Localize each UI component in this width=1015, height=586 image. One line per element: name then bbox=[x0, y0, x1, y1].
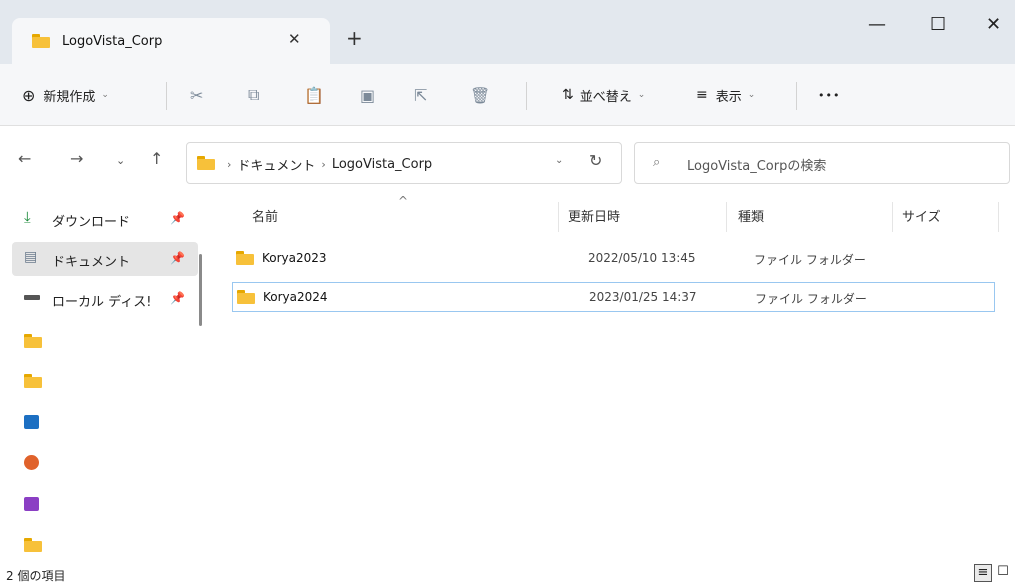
back-arrow-icon[interactable]: ← bbox=[18, 151, 31, 167]
folder-icon bbox=[197, 156, 215, 170]
breadcrumb-separator-icon: › bbox=[227, 158, 232, 171]
sort-arrows-icon: ⇅ bbox=[562, 87, 574, 103]
new-label: 新規作成 bbox=[43, 89, 96, 105]
recent-locations-icon[interactable]: ⌄ bbox=[116, 153, 125, 169]
sidebar-item-folder[interactable] bbox=[12, 530, 198, 564]
sidebar-item-documents[interactable]: ▤ ドキュメント 📌 bbox=[12, 242, 198, 276]
pin-icon[interactable]: 📌 bbox=[170, 251, 185, 265]
chevron-down-icon: ⌄ bbox=[101, 90, 109, 100]
column-header-type[interactable]: 種類 bbox=[738, 206, 764, 225]
column-divider[interactable] bbox=[726, 202, 727, 232]
address-bar[interactable]: › ドキュメント › LogoVista_Corp ⌄ ↻ bbox=[186, 142, 622, 184]
breadcrumb-logovista-corp[interactable]: LogoVista_Corp bbox=[332, 157, 432, 172]
list-lines-icon: ≡ bbox=[696, 87, 708, 103]
tab-title: LogoVista_Corp bbox=[62, 33, 163, 49]
plus-circle-icon: ⊕ bbox=[22, 85, 36, 105]
navigation-pane: ⤓ ダウンロード 📌 ▤ ドキュメント 📌 ローカル ディス! 📌 bbox=[0, 196, 210, 562]
sidebar-item-folder[interactable] bbox=[12, 324, 198, 358]
sidebar-item-downloads[interactable]: ⤓ ダウンロード 📌 bbox=[12, 202, 198, 236]
delete-button[interactable]: 🗑 bbox=[470, 64, 490, 126]
table-row[interactable]: Korya2023 2022/05/10 13:45 ファイル フォルダー bbox=[232, 244, 995, 274]
copy-icon: ⧉ bbox=[248, 85, 260, 104]
folder-icon bbox=[24, 374, 42, 388]
new-button[interactable]: ⊕ 新規作成 ⌄ bbox=[22, 64, 109, 126]
videos-icon bbox=[24, 497, 39, 511]
chevron-down-icon: ⌄ bbox=[637, 90, 646, 100]
chevron-down-icon: ⌄ bbox=[747, 90, 756, 100]
toolbar-divider bbox=[166, 82, 167, 110]
pin-icon[interactable]: 📌 bbox=[170, 211, 185, 225]
rename-button[interactable]: ▣ bbox=[360, 64, 375, 126]
folder-icon bbox=[24, 538, 42, 552]
folder-icon bbox=[24, 334, 42, 348]
details-view-icon[interactable]: ≡ bbox=[974, 564, 992, 582]
refresh-icon[interactable]: ↻ bbox=[589, 151, 602, 170]
column-divider[interactable] bbox=[558, 202, 559, 232]
pin-icon[interactable]: 📌 bbox=[170, 291, 185, 305]
sort-button[interactable]: ⇅ 並べ替え ⌄ bbox=[562, 64, 645, 126]
sidebar-item-local-disk[interactable]: ローカル ディス! 📌 bbox=[12, 282, 198, 316]
share-icon: ⇱ bbox=[414, 85, 428, 105]
breadcrumb: › ドキュメント › LogoVista_Corp bbox=[221, 155, 432, 174]
toolbar-divider bbox=[796, 82, 797, 110]
search-placeholder: LogoVista_Corpの検索 bbox=[687, 159, 827, 174]
copy-button[interactable]: ⧉ bbox=[248, 64, 259, 126]
pictures-icon bbox=[24, 415, 39, 429]
minimize-button[interactable]: — bbox=[868, 16, 886, 34]
sidebar-item-music[interactable] bbox=[12, 446, 198, 480]
drive-icon bbox=[24, 295, 40, 300]
search-icon: ⌕ bbox=[653, 155, 661, 170]
cut-icon: ✂ bbox=[190, 85, 204, 105]
music-icon bbox=[24, 455, 39, 470]
breadcrumb-documents[interactable]: ドキュメント bbox=[237, 155, 315, 174]
sidebar-item-folder[interactable] bbox=[12, 364, 198, 398]
share-button[interactable]: ⇱ bbox=[414, 64, 427, 126]
maximize-button[interactable]: ☐ bbox=[930, 16, 946, 34]
close-window-button[interactable]: ✕ bbox=[986, 16, 1001, 34]
trash-icon: 🗑 bbox=[470, 85, 491, 105]
title-bar: LogoVista_Corp ✕ + — ☐ ✕ bbox=[0, 0, 1015, 64]
paste-icon: 📋 bbox=[304, 85, 324, 105]
status-bar: 2 個の項目 ≡ ☐ bbox=[0, 562, 1015, 586]
rename-icon: ▣ bbox=[360, 85, 376, 105]
table-row[interactable]: Korya2024 2023/01/25 14:37 ファイル フォルダー bbox=[232, 282, 995, 312]
forward-arrow-icon[interactable]: → bbox=[70, 151, 83, 167]
download-icon: ⤓ bbox=[24, 208, 31, 226]
file-list: 名前 ^ 更新日時 種類 サイズ Korya2023 2022/05/10 13… bbox=[212, 194, 1015, 562]
sort-label: 並べ替え bbox=[579, 89, 632, 105]
sidebar-item-pictures[interactable] bbox=[12, 406, 198, 440]
view-label: 表示 bbox=[715, 89, 742, 105]
folder-icon bbox=[236, 251, 254, 265]
sidebar-scrollbar[interactable] bbox=[199, 254, 202, 326]
breadcrumb-separator-icon: › bbox=[321, 158, 326, 171]
cut-button[interactable]: ✂ bbox=[190, 64, 203, 126]
tab-logovista-corp[interactable]: LogoVista_Corp ✕ bbox=[12, 18, 330, 64]
folder-icon bbox=[32, 34, 50, 48]
column-divider[interactable] bbox=[998, 202, 999, 232]
up-arrow-icon[interactable]: ↑ bbox=[150, 151, 163, 167]
toolbar-divider bbox=[526, 82, 527, 110]
command-bar: ⊕ 新規作成 ⌄ ✂ ⧉ 📋 ▣ ⇱ 🗑 ⇅ 並べ替え ⌄ ≡ 表示 ⌄ ••• bbox=[0, 64, 1015, 126]
tab-close-button[interactable]: ✕ bbox=[288, 30, 301, 48]
column-divider[interactable] bbox=[892, 202, 893, 232]
sidebar-item-videos[interactable] bbox=[12, 488, 198, 522]
more-options-button[interactable]: ••• bbox=[818, 64, 840, 126]
search-input[interactable]: ⌕ LogoVista_Corpの検索 bbox=[634, 142, 1010, 184]
document-icon: ▤ bbox=[24, 249, 38, 265]
tiles-view-icon[interactable]: ☐ bbox=[994, 564, 1012, 582]
column-header-size[interactable]: サイズ bbox=[902, 206, 941, 225]
column-header-modified[interactable]: 更新日時 bbox=[568, 206, 620, 225]
chevron-down-icon[interactable]: ⌄ bbox=[555, 155, 563, 166]
item-count: 2 個の項目 bbox=[6, 569, 66, 583]
view-button[interactable]: ≡ 表示 ⌄ bbox=[696, 64, 755, 126]
sort-ascending-icon: ^ bbox=[398, 194, 409, 208]
column-header-name[interactable]: 名前 bbox=[252, 206, 278, 225]
paste-button[interactable]: 📋 bbox=[304, 64, 324, 126]
new-tab-button[interactable]: + bbox=[346, 28, 363, 48]
folder-icon bbox=[237, 290, 255, 304]
